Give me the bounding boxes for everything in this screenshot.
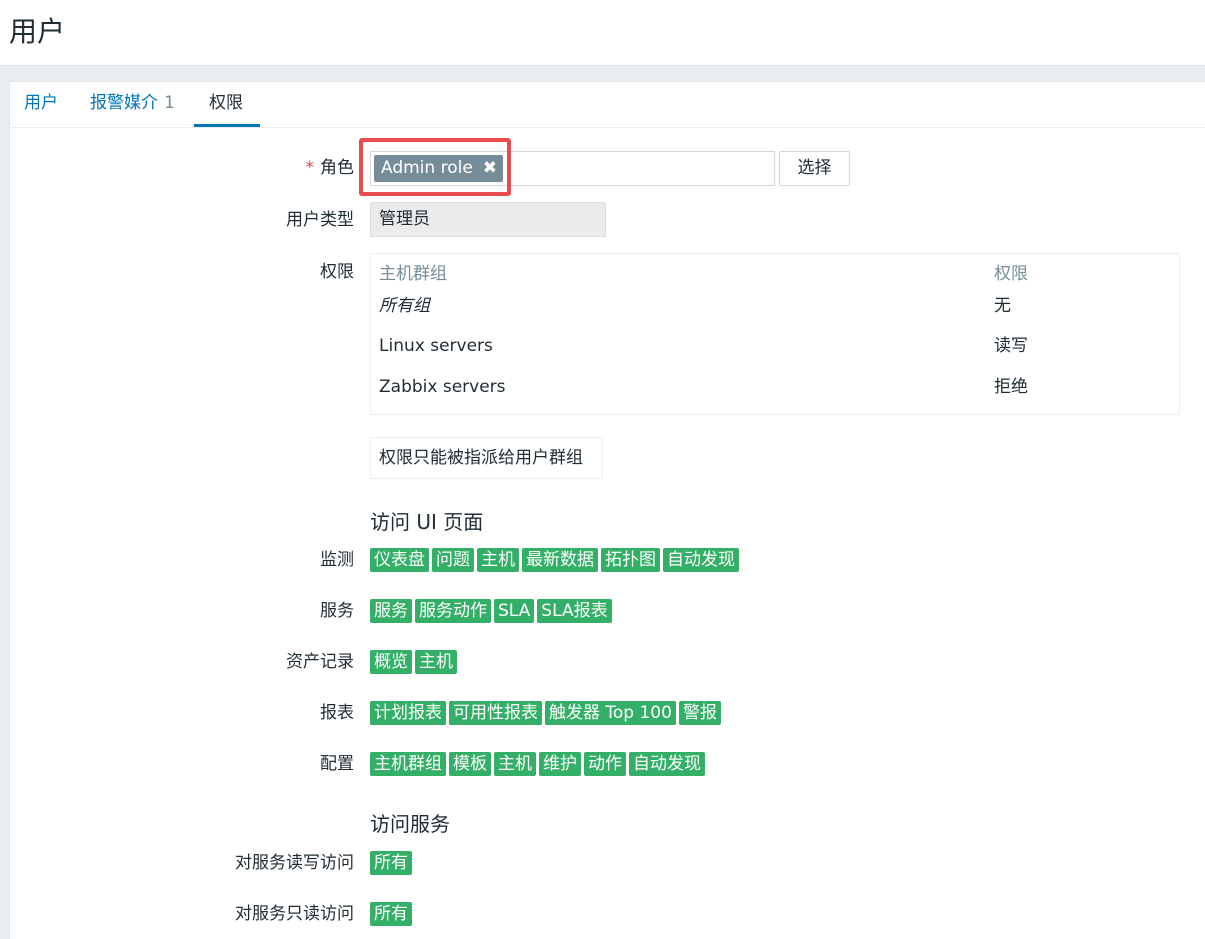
remove-icon[interactable]: ✖	[483, 158, 497, 178]
ui-row-label: 资产记录	[286, 652, 354, 672]
ui-row-label: 服务	[320, 601, 354, 621]
permission-tag: 服务	[370, 599, 412, 623]
page-title: 用户	[9, 15, 66, 48]
permission-tag: SLA	[494, 599, 535, 623]
tag-list: 概览 主机	[370, 650, 457, 674]
permission-tag: 触发器 Top 100	[545, 701, 676, 725]
permission-tag: 自动发现	[663, 548, 739, 572]
role-label: * 角色	[10, 156, 355, 180]
ui-access-title: 访问 UI 页面	[370, 510, 484, 534]
tag-list: 主机群组 模板 主机 维护 动作 自动发现	[370, 752, 705, 776]
table-row-permission: 拒绝	[994, 377, 1028, 397]
table-row-group: 所有组	[379, 296, 430, 316]
active-tab-indicator	[194, 124, 260, 127]
permission-tag: 所有	[370, 902, 412, 926]
role-multiselect[interactable]: Admin role ✖	[370, 151, 775, 186]
ui-row-label: 报表	[320, 703, 354, 723]
permissions-label: 权限	[320, 262, 354, 282]
tag-list: 所有	[370, 851, 412, 875]
tag-list: 所有	[370, 902, 412, 926]
permission-tag: 模板	[449, 752, 491, 776]
select-role-button[interactable]: 选择	[779, 151, 850, 186]
tab-permissions-label: 权限	[209, 93, 243, 113]
tab-media-count: 1	[164, 93, 175, 113]
tab-media[interactable]: 报警媒介 1	[90, 82, 175, 127]
tab-permissions[interactable]: 权限	[209, 82, 243, 127]
permission-tag: 动作	[584, 752, 626, 776]
user-type-field: 管理员	[370, 202, 606, 237]
tag-list: 仪表盘 问题 主机 最新数据 拓扑图 自动发现	[370, 548, 739, 572]
column-header-host-group: 主机群组	[379, 264, 447, 284]
permission-tag: 问题	[432, 548, 474, 572]
tag-list: 计划报表 可用性报表 触发器 Top 100 警报	[370, 701, 721, 725]
permission-tag: 警报	[678, 701, 721, 725]
permissions-note: 权限只能被指派给用户群组	[370, 437, 603, 479]
permission-tag: 最新数据	[522, 548, 598, 572]
tag-list: 服务 服务动作 SLA SLA报表	[370, 599, 612, 623]
permission-tag: 仪表盘	[370, 548, 429, 572]
permission-tag: 主机群组	[370, 752, 446, 776]
column-header-permission: 权限	[994, 264, 1028, 284]
service-row-label: 对服务读写访问	[235, 853, 354, 873]
permission-tag: 维护	[539, 752, 581, 776]
permission-tag: 主机	[415, 650, 457, 674]
permissions-table: 主机群组 权限 所有组 无 Linux servers 读写 Zabbix se…	[370, 253, 1180, 415]
tab-media-label: 报警媒介	[90, 93, 158, 113]
role-chip: Admin role ✖	[374, 155, 504, 182]
user-type-label: 用户类型	[286, 210, 354, 230]
role-chip-label: Admin role	[381, 158, 473, 178]
ui-row-label: 配置	[320, 754, 354, 774]
permission-tag: 主机	[494, 752, 536, 776]
permission-tag: 服务动作	[415, 599, 491, 623]
tab-bar: 用户 报警媒介 1 权限	[10, 82, 1205, 128]
permission-tag: 计划报表	[370, 701, 446, 725]
service-row-label: 对服务只读访问	[235, 904, 354, 924]
permission-tag: 拓扑图	[601, 548, 660, 572]
table-row-permission: 读写	[994, 336, 1028, 356]
required-mark: *	[305, 158, 315, 178]
permission-tag: 主机	[477, 548, 519, 572]
role-label-text: 角色	[320, 158, 354, 178]
permission-tag: 可用性报表	[449, 701, 542, 725]
permission-tag: 所有	[370, 851, 412, 875]
permission-tag: SLA报表	[537, 599, 612, 623]
page-header: 用户	[0, 0, 1205, 66]
content-panel: 用户 报警媒介 1 权限 * 角色 Admin role ✖ 选择 用户类型 管理员 …	[9, 81, 1205, 939]
tab-user[interactable]: 用户	[24, 82, 58, 127]
service-access-title: 访问服务	[370, 812, 450, 836]
ui-row-label: 监测	[320, 550, 354, 570]
table-row-permission: 无	[994, 296, 1011, 316]
table-row-group: Linux servers	[379, 336, 493, 356]
permission-tag: 自动发现	[629, 752, 705, 776]
table-row-group: Zabbix servers	[379, 377, 506, 397]
permission-tag: 概览	[370, 650, 412, 674]
tab-user-label: 用户	[24, 93, 58, 113]
